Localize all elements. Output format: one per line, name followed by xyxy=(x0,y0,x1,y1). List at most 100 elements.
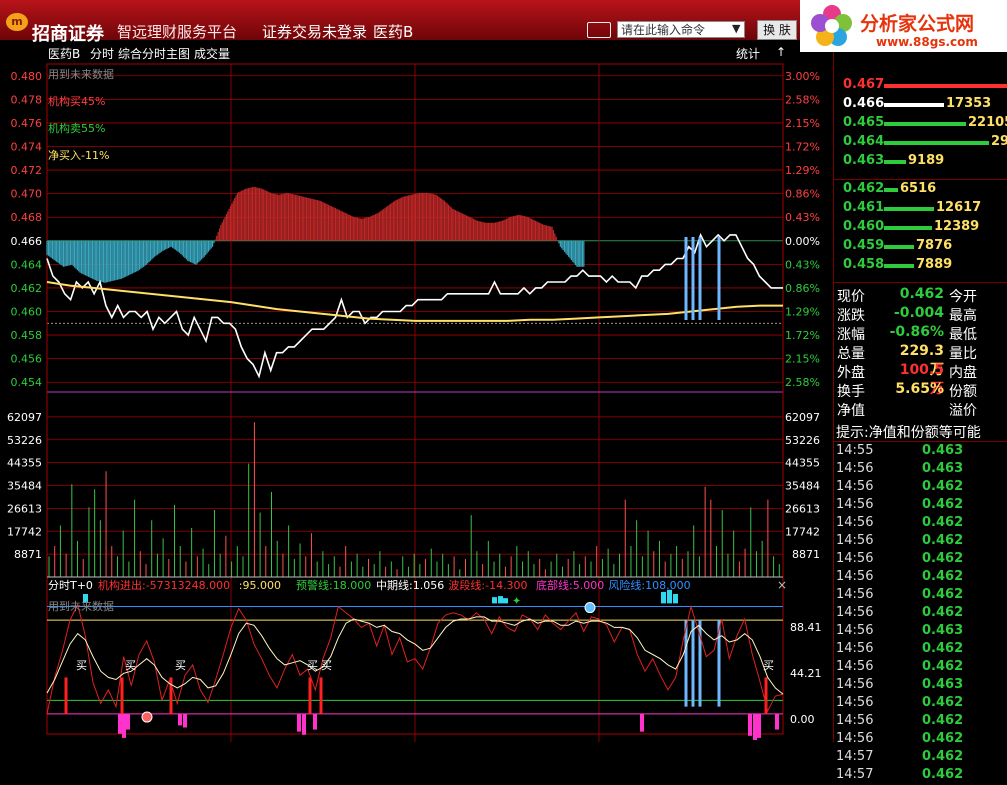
tick-row[interactable]: 14:56 0.462 xyxy=(834,515,1007,533)
indicator-title: 分时T+0 xyxy=(48,579,93,592)
buy-label: 买 xyxy=(76,659,87,672)
order-book-row[interactable]: 0.462 6516 xyxy=(834,181,1007,199)
tick-row[interactable]: 14:56 0.462 xyxy=(834,605,1007,623)
volume-axis-label-right: 35484 xyxy=(785,480,820,493)
volume-axis-label-right: 62097 xyxy=(785,411,820,424)
tick-time: 14:56 xyxy=(836,659,874,674)
tip-text: 提示:净值和份额等可能 xyxy=(836,425,981,441)
indicator-axis-label: 44.21 xyxy=(790,667,822,680)
stat-value: -0.86% xyxy=(889,324,944,340)
percent-axis-label: 2.15% xyxy=(785,117,820,130)
toolbar-symbol[interactable]: 医药B xyxy=(48,45,80,62)
tick-price: 0.462 xyxy=(922,515,964,530)
bottom-histogram-bar xyxy=(118,713,122,734)
stat-value: 100.5万 xyxy=(899,362,944,397)
indicator-legend-item: 预警线:18.000 xyxy=(296,578,371,592)
bottom-histogram-bar xyxy=(748,713,752,736)
tick-row[interactable]: 14:56 0.462 xyxy=(834,533,1007,551)
percent-axis-label: 0.86% xyxy=(785,282,820,295)
switch-skin-button[interactable]: 换 肤 xyxy=(757,20,797,40)
buy-label: 买 xyxy=(125,659,136,672)
stat-label-secondary: 溢价 xyxy=(949,403,977,419)
volume-axis-label-right: 8871 xyxy=(792,548,820,561)
tick-time: 14:55 xyxy=(836,443,874,458)
tick-time: 14:57 xyxy=(836,749,874,764)
watermark-url: www.88gs.com xyxy=(876,35,978,49)
tick-row[interactable]: 14:56 0.462 xyxy=(834,731,1007,749)
tick-row[interactable]: 14:56 0.462 xyxy=(834,497,1007,515)
tick-row[interactable]: 14:56 0.463 xyxy=(834,461,1007,479)
tick-row[interactable]: 14:56 0.463 xyxy=(834,677,1007,695)
volume-axis-label-right: 53226 xyxy=(785,434,820,447)
command-input[interactable]: 请在此输入命令 xyxy=(617,21,745,38)
tick-row[interactable]: 14:56 0.462 xyxy=(834,713,1007,731)
stat-label-secondary: 量比 xyxy=(949,346,977,362)
top-histogram-bar xyxy=(667,589,672,604)
order-book-row[interactable]: 0.465 22105 xyxy=(834,115,1007,133)
tick-price: 0.463 xyxy=(922,677,964,692)
percent-axis-label: 3.00% xyxy=(785,70,820,83)
toolbar-main-chart[interactable]: 综合分时主图 xyxy=(118,45,190,62)
tick-row[interactable]: 14:56 0.462 xyxy=(834,479,1007,497)
percent-axis-label: 0.43% xyxy=(785,258,820,271)
stat-label-secondary: 今开 xyxy=(949,289,977,305)
quote-panel: 0.467350.466173530.465221050.464296790.4… xyxy=(833,52,1007,782)
bottom-histogram-bar xyxy=(775,713,779,730)
order-price: 0.465 xyxy=(843,115,885,130)
command-dropdown-icon[interactable]: ▼ xyxy=(732,22,740,35)
price-axis-label: 0.476 xyxy=(11,117,43,130)
order-volume: 7889 xyxy=(916,257,953,272)
percent-axis-label: 2.58% xyxy=(785,376,820,389)
tick-row[interactable]: 14:56 0.463 xyxy=(834,623,1007,641)
tick-row[interactable]: 14:56 0.462 xyxy=(834,641,1007,659)
toolbar-mode[interactable]: 分时 xyxy=(90,45,114,62)
price-axis-label: 0.454 xyxy=(11,376,43,389)
tick-row[interactable]: 14:55 0.463 xyxy=(834,443,1007,461)
toolbar-stats[interactable]: 统计 xyxy=(736,45,760,62)
order-book-row[interactable]: 0.463 9189 xyxy=(834,153,1007,171)
tick-row[interactable]: 14:56 0.462 xyxy=(834,659,1007,677)
stat-label: 外盘 xyxy=(837,365,865,381)
tick-price: 0.462 xyxy=(922,479,964,494)
order-price: 0.458 xyxy=(843,257,885,272)
top-histogram-bar xyxy=(503,598,508,604)
order-volume: 17353 xyxy=(946,96,992,111)
tick-row[interactable]: 14:56 0.462 xyxy=(834,551,1007,569)
tick-row[interactable]: 14:56 0.462 xyxy=(834,695,1007,713)
charts-svg: 0.480 3.00% 0.478 2.58% 0.476 2.15% 0.474 1.72%… xyxy=(7,63,822,742)
bottom-histogram-bar xyxy=(757,713,761,738)
buy-label: 买 xyxy=(763,659,774,672)
toolbar-close[interactable]: ↑ xyxy=(776,45,786,59)
stat-label: 总量 xyxy=(837,346,865,362)
stat-label-secondary: 最高 xyxy=(949,308,977,324)
buy-label: 买 xyxy=(321,659,332,672)
percent-axis-label: 0.00% xyxy=(785,235,820,248)
stat-value xyxy=(888,400,944,419)
order-book-row[interactable]: 0.46735 xyxy=(834,77,1007,95)
overlay-label: 用到未来数据 xyxy=(48,67,114,81)
keyboard-icon[interactable] xyxy=(587,22,611,38)
symbol-tab[interactable]: 医药B xyxy=(373,21,413,42)
chart-area[interactable]: 0.480 3.00% 0.478 2.58% 0.476 2.15% 0.474 1.72%… xyxy=(0,62,833,742)
toolbar-volume[interactable]: 成交量 xyxy=(194,45,230,62)
order-book-row[interactable]: 0.459 7876 xyxy=(834,238,1007,256)
tick-row[interactable]: 14:57 0.462 xyxy=(834,749,1007,767)
top-histogram-bar xyxy=(492,597,497,604)
order-volume: 12617 xyxy=(936,200,982,215)
order-book-row[interactable]: 0.466 17353 xyxy=(834,96,1007,114)
order-book-row[interactable]: 0.464 29679 xyxy=(834,134,1007,152)
trade-login-status[interactable]: 证券交易未登录 xyxy=(262,21,367,42)
volume-axis-label-right: 44355 xyxy=(785,457,820,470)
indicator-legend-item: 波段线:-14.300 xyxy=(448,578,527,592)
order-book-row[interactable]: 0.461 12617 xyxy=(834,200,1007,218)
order-book-row[interactable]: 0.460 12389 xyxy=(834,219,1007,237)
price-axis-label: 0.456 xyxy=(11,353,43,366)
order-volume-bar xyxy=(884,84,1007,88)
tick-row[interactable]: 14:57 0.462 xyxy=(834,767,1007,785)
indicator-close-icon[interactable]: × xyxy=(777,578,787,592)
bottom-histogram-bar xyxy=(640,713,644,732)
tick-row[interactable]: 14:56 0.462 xyxy=(834,569,1007,587)
tick-row[interactable]: 14:56 0.462 xyxy=(834,587,1007,605)
order-book-row[interactable]: 0.458 7889 xyxy=(834,257,1007,275)
bottom-histogram-bar xyxy=(126,713,130,730)
